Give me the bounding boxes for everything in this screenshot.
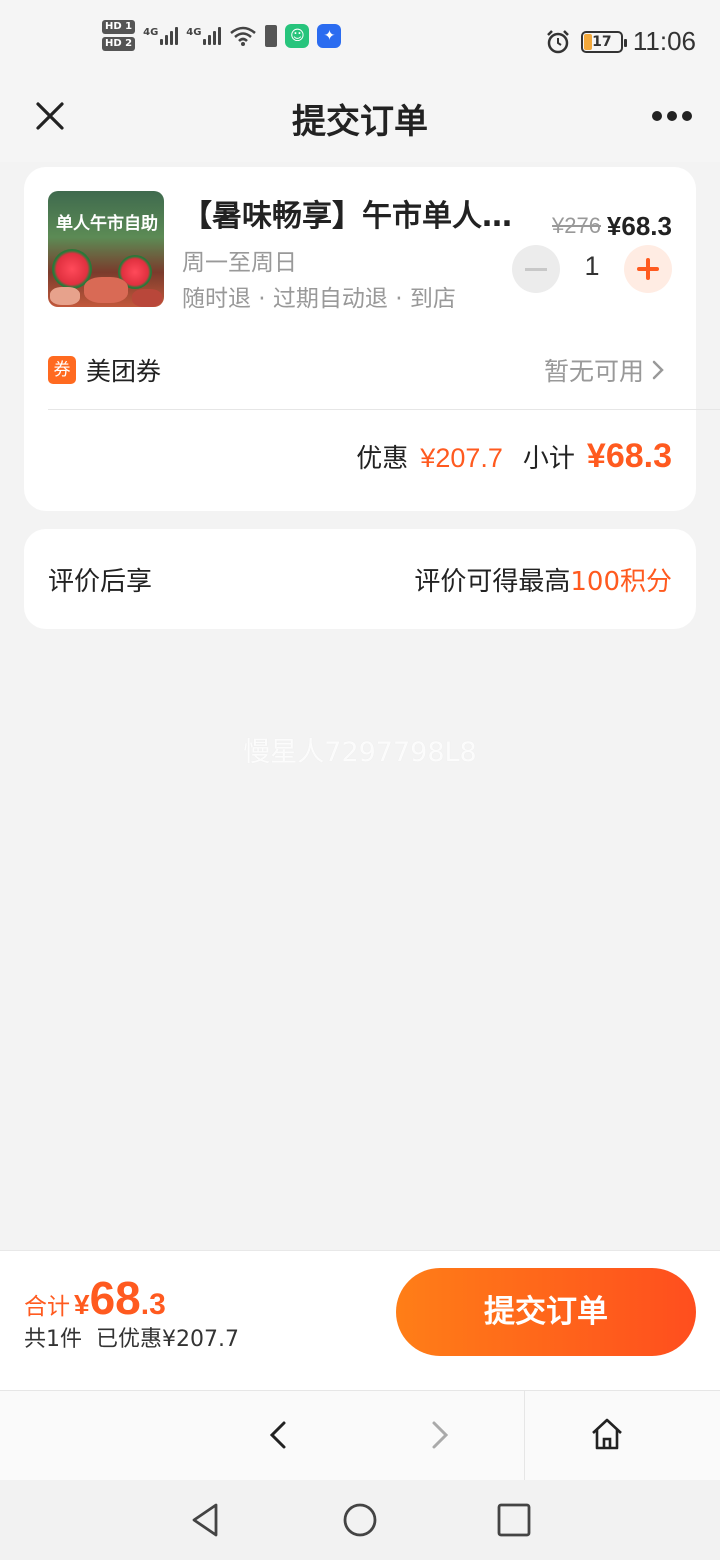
user-watermark: 慢星人7297798L8 (243, 737, 477, 768)
product-card: 单人午市自助 【暑味畅享】午市单人自助 周一至周日 随时退 · 过期自动退 · … (24, 167, 720, 511)
system-home-icon[interactable] (340, 1500, 380, 1540)
battery-warning-icon (265, 24, 278, 47)
home-icon[interactable] (588, 1415, 626, 1453)
system-nav-bar (0, 1480, 720, 1560)
status-left: HD 1 HD 2 4G 4G ☺ ✦ (102, 20, 342, 51)
bulb-notification-icon: ✦ (317, 23, 342, 48)
review-reward-detail: 评价可得最高100积分 (414, 561, 672, 598)
review-reward-label: 评价后享 (48, 567, 153, 597)
submit-order-button[interactable]: 提交订单 (396, 1268, 696, 1356)
alarm-icon (546, 29, 569, 53)
divider (48, 409, 720, 410)
battery-icon: 17 (580, 30, 627, 53)
item-count: 共1件 (24, 1327, 82, 1352)
coupon-label[interactable]: 美团券 (86, 352, 161, 388)
net2-label: 4G (186, 26, 202, 38)
product-name[interactable]: 【暑味畅享】午市单人自助 (182, 191, 512, 235)
subtotal-value: ¥68.3 (586, 437, 672, 475)
app-notification-icon: ☺ (285, 23, 310, 48)
product-refund-policy: 随时退 · 过期自动退 · 到店 (182, 286, 456, 312)
battery-level: 17 (592, 33, 612, 50)
checkout-bar: 合计 ¥ 68 .3 共1件 已优惠¥207.7 提交订单 (0, 1250, 720, 1390)
quantity-value: 1 (584, 251, 600, 281)
nav-separator (524, 1391, 525, 1481)
price-summary: 优惠 ¥207.7 小计 ¥68.3 (356, 437, 672, 476)
total-label: 合计 (24, 1294, 70, 1320)
signal-icon: 4G (186, 26, 222, 45)
order-total: 合计 ¥ 68 .3 (24, 1271, 166, 1325)
back-arrow-icon[interactable] (262, 1417, 294, 1453)
coupon-icon: 券 (48, 356, 76, 384)
system-recents-icon[interactable] (494, 1500, 534, 1540)
hd2-badge: HD 2 (102, 37, 136, 51)
more-options-icon[interactable] (652, 102, 692, 130)
discount-label: 优惠 (356, 444, 409, 474)
system-back-icon[interactable] (186, 1500, 226, 1540)
hd1-badge: HD 1 (102, 20, 136, 34)
clock: 11:06 (632, 26, 696, 56)
discount-value: ¥207.7 (420, 443, 503, 473)
chevron-right-icon[interactable] (646, 356, 670, 384)
signal-icon: 4G (143, 26, 179, 45)
net1-label: 4G (143, 26, 159, 38)
wifi-icon (230, 26, 257, 46)
browser-nav-bar (0, 1390, 720, 1481)
forward-arrow-icon[interactable] (424, 1417, 456, 1453)
product-thumbnail[interactable]: 单人午市自助 (48, 191, 164, 307)
hd-badges: HD 1 HD 2 (102, 20, 136, 51)
saved-amount: 已优惠¥207.7 (96, 1327, 239, 1352)
increase-quantity-button[interactable] (624, 245, 672, 293)
total-integer: 68 (89, 1272, 141, 1324)
page-header: 提交订单 (0, 84, 720, 162)
product-valid-days: 周一至周日 (182, 250, 297, 276)
page-title: 提交订单 (292, 102, 428, 142)
thumbnail-title: 单人午市自助 (56, 214, 158, 234)
status-bar: HD 1 HD 2 4G 4G ☺ ✦ 17 11:06 (0, 0, 720, 84)
total-decimal: .3 (140, 1288, 166, 1321)
order-meta: 共1件 已优惠¥207.7 (24, 1321, 239, 1353)
subtotal-label: 小计 (522, 444, 575, 474)
current-price: ¥68.3 (606, 211, 672, 241)
original-price: ¥276 (552, 213, 601, 238)
review-reward-card: 评价后享 评价可得最高100积分 (24, 529, 696, 629)
review-reward-points: 100积分 (570, 567, 672, 597)
status-right: 17 11:06 (545, 26, 696, 57)
coupon-status[interactable]: 暂无可用 (544, 352, 644, 388)
decrease-quantity-button[interactable] (512, 245, 560, 293)
review-reward-prefix: 评价可得最高 (414, 567, 571, 597)
total-currency: ¥ (74, 1289, 90, 1320)
